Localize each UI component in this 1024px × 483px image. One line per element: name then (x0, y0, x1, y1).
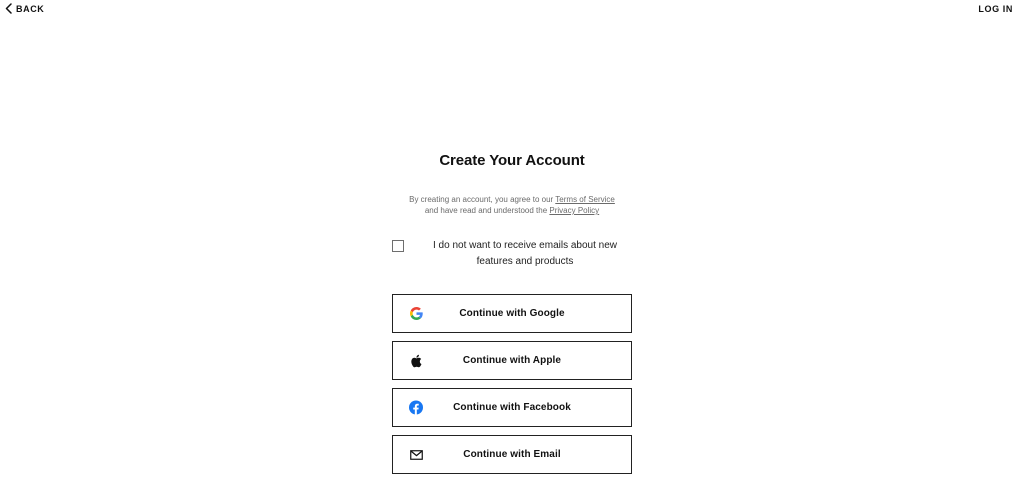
back-label: BACK (16, 3, 45, 14)
top-bar: BACK LOG IN (0, 0, 1024, 20)
terms-text: By creating an account, you agree to our (409, 195, 556, 204)
continue-with-email-button[interactable]: Continue with Email (392, 435, 632, 474)
back-button[interactable]: BACK (5, 3, 44, 14)
auth-buttons: Continue with Google Continue with Apple… (392, 294, 632, 474)
apple-icon (409, 354, 423, 368)
facebook-button-label: Continue with Facebook (453, 402, 571, 413)
privacy-policy-link[interactable]: Privacy Policy (549, 206, 599, 215)
email-optout-row: I do not want to receive emails about ne… (392, 238, 632, 269)
continue-with-google-button[interactable]: Continue with Google (392, 294, 632, 333)
privacy-text: and have read and understood the (424, 206, 550, 215)
page-title: Create Your Account (439, 152, 585, 169)
terms-line-2: and have read and understood the Privacy… (409, 205, 615, 216)
facebook-icon (409, 400, 423, 415)
google-icon (409, 307, 423, 321)
continue-with-facebook-button[interactable]: Continue with Facebook (392, 388, 632, 427)
email-optout-checkbox[interactable] (392, 240, 404, 252)
terms-notice: By creating an account, you agree to our… (409, 194, 615, 216)
google-button-label: Continue with Google (459, 308, 565, 319)
chevron-left-icon (5, 3, 12, 14)
signup-panel: Create Your Account By creating an accou… (0, 150, 1024, 474)
terms-line-1: By creating an account, you agree to our… (409, 194, 615, 205)
apple-button-label: Continue with Apple (462, 355, 562, 366)
terms-of-service-link[interactable]: Terms of Service (555, 195, 615, 204)
login-link[interactable]: LOG IN (978, 4, 1013, 14)
envelope-icon (409, 448, 423, 462)
email-optout-label: I do not want to receive emails about ne… (433, 240, 617, 267)
email-button-label: Continue with Email (463, 449, 561, 460)
continue-with-apple-button[interactable]: Continue with Apple (392, 341, 632, 380)
